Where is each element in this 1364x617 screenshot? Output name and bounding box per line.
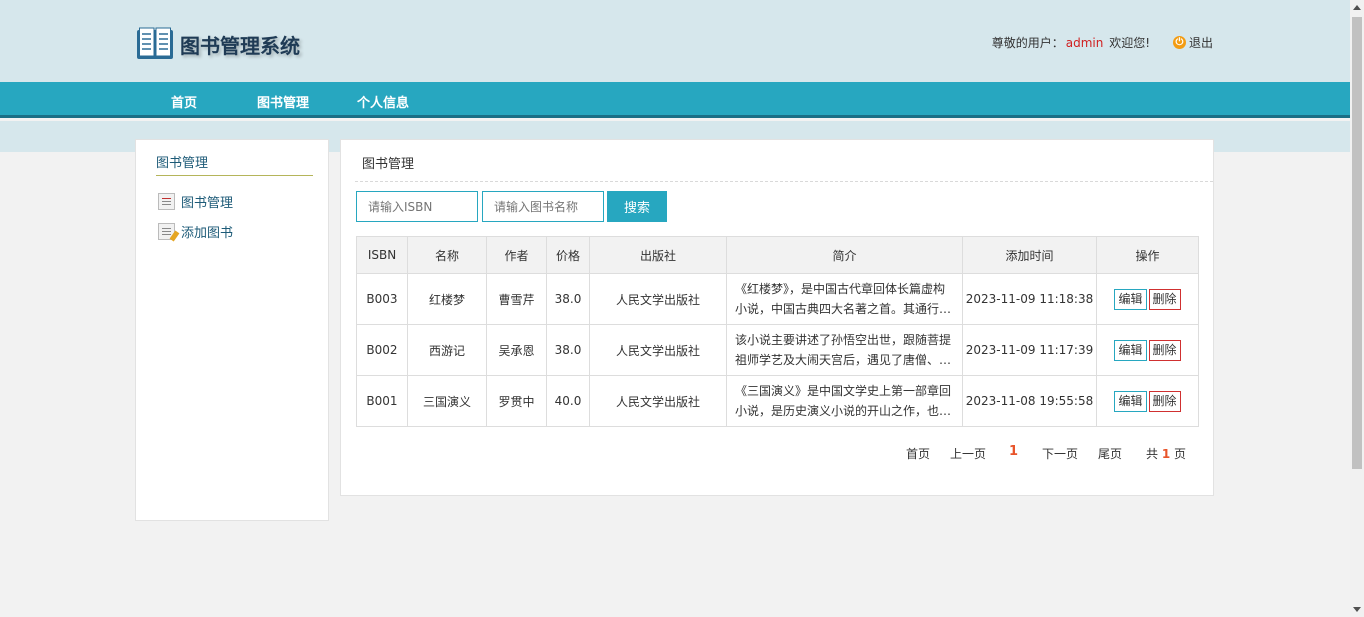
col-description: 简介 <box>726 236 963 274</box>
edit-button[interactable]: 编辑 <box>1114 288 1147 310</box>
cell-author: 曹雪芹 <box>486 273 547 325</box>
cell-description: 该小说主要讲述了孙悟空出世，跟随菩提祖师学艺及大闹天宫后，遇见了唐僧、猪八戒、沙… <box>726 324 963 376</box>
col-publisher: 出版社 <box>589 236 727 274</box>
edit-button[interactable]: 编辑 <box>1114 339 1147 361</box>
cell-author: 罗贯中 <box>486 375 547 427</box>
cell-isbn: B001 <box>356 375 408 427</box>
main-nav: 首页 图书管理 个人信息 <box>0 82 1350 118</box>
page-scrollbar[interactable] <box>1350 0 1364 617</box>
book-list-icon <box>158 193 175 210</box>
col-author: 作者 <box>486 236 547 274</box>
isbn-search-input[interactable] <box>356 191 478 222</box>
cell-price: 38.0 <box>546 273 590 325</box>
sidebar-item-label: 添加图书 <box>181 226 234 241</box>
cell-name: 三国演义 <box>407 375 487 427</box>
page-last[interactable]: 尾页 <box>1098 445 1122 462</box>
page-current[interactable]: 1 <box>1009 444 1018 459</box>
scroll-thumb[interactable] <box>1352 17 1362 469</box>
cell-description: 《三国演义》是中国文学史上第一部章回小说，是历史演义小说的开山之作，也是第一部文… <box>726 375 963 427</box>
add-book-icon <box>158 223 175 240</box>
nav-home[interactable]: 首页 <box>171 92 197 111</box>
nav-profile[interactable]: 个人信息 <box>357 92 409 111</box>
col-added-time: 添加时间 <box>962 236 1097 274</box>
page-title: 图书管理 <box>362 157 415 172</box>
scroll-up-icon[interactable] <box>1353 5 1361 10</box>
greeting-prefix: 尊敬的用户： <box>991 36 1064 50</box>
delete-button[interactable]: 删除 <box>1148 390 1181 412</box>
page-first[interactable]: 首页 <box>906 445 930 462</box>
cell-price: 40.0 <box>546 375 590 427</box>
page-prev[interactable]: 上一页 <box>950 445 986 462</box>
page-total-count: 1 <box>1161 447 1171 461</box>
logout-icon: ⏻ <box>1173 36 1186 49</box>
scroll-down-icon[interactable] <box>1353 607 1361 612</box>
delete-button[interactable]: 删除 <box>1148 288 1181 310</box>
book-logo-icon <box>137 27 173 59</box>
top-header: 图书管理系统 尊敬的用户： admin 欢迎您! ⏻ 退出 <box>0 0 1350 82</box>
username: admin <box>1065 36 1104 50</box>
col-actions: 操作 <box>1096 236 1199 274</box>
cell-price: 38.0 <box>546 324 590 376</box>
logout-link[interactable]: ⏻ 退出 <box>1173 34 1213 51</box>
description-text: 《红楼梦》，是中国古代章回体长篇虚构小说，中国古典四大名著之首。其通行本共120… <box>735 282 952 316</box>
delete-button[interactable]: 删除 <box>1148 339 1181 361</box>
cell-description: 《红楼梦》，是中国古代章回体长篇虚构小说，中国古典四大名著之首。其通行本共120… <box>726 273 963 325</box>
sidebar-item-book-management[interactable]: 图书管理 <box>158 192 233 211</box>
books-table: ISBN 名称 作者 价格 出版社 简介 添加时间 操作 B003 红楼梦 曹雪… <box>356 236 1199 427</box>
table-row: B001 三国演义 罗贯中 40.0 人民文学出版社 《三国演义》是中国文学史上… <box>356 375 1199 427</box>
sidebar-title: 图书管理 <box>156 156 209 171</box>
cell-time: 2023-11-08 19:55:58 <box>962 375 1097 427</box>
cell-isbn: B003 <box>356 273 408 325</box>
description-text: 该小说主要讲述了孙悟空出世，跟随菩提祖师学艺及大闹天宫后，遇见了唐僧、猪八戒、沙… <box>735 333 952 367</box>
cell-name: 西游记 <box>407 324 487 376</box>
cell-publisher: 人民文学出版社 <box>589 273 727 325</box>
user-greeting: 尊敬的用户： admin 欢迎您! <box>992 34 1150 51</box>
cell-publisher: 人民文学出版社 <box>589 375 727 427</box>
table-header-row: ISBN 名称 作者 价格 出版社 简介 添加时间 操作 <box>356 236 1199 274</box>
description-text: 《三国演义》是中国文学史上第一部章回小说，是历史演义小说的开山之作，也是第一部文… <box>735 384 952 418</box>
sidebar-item-label: 图书管理 <box>181 196 234 211</box>
greeting-suffix: 欢迎您! <box>1109 36 1150 50</box>
cell-actions: 编辑 删除 <box>1096 375 1199 427</box>
sidebar: 图书管理 图书管理 添加图书 <box>135 139 329 521</box>
col-price: 价格 <box>546 236 590 274</box>
page-total-prefix: 共 <box>1146 447 1159 461</box>
page-total-suffix: 页 <box>1174 447 1187 461</box>
name-search-input[interactable] <box>482 191 604 222</box>
cell-author: 吴承恩 <box>486 324 547 376</box>
main-panel: 图书管理 搜索 ISBN 名称 作者 价格 出版社 简介 添加时间 操作 B00… <box>340 139 1214 496</box>
search-button[interactable]: 搜索 <box>607 191 667 222</box>
edit-button[interactable]: 编辑 <box>1114 390 1147 412</box>
page-total: 共 1 页 <box>1146 445 1186 462</box>
cell-isbn: B002 <box>356 324 408 376</box>
app-title: 图书管理系统 <box>180 33 300 58</box>
sidebar-item-add-book[interactable]: 添加图书 <box>158 222 233 241</box>
col-name: 名称 <box>407 236 487 274</box>
cell-time: 2023-11-09 11:17:39 <box>962 324 1097 376</box>
title-divider <box>355 181 1213 182</box>
logout-label: 退出 <box>1189 36 1214 50</box>
table-row: B003 红楼梦 曹雪芹 38.0 人民文学出版社 《红楼梦》，是中国古代章回体… <box>356 273 1199 325</box>
cell-actions: 编辑 删除 <box>1096 273 1199 325</box>
sidebar-divider <box>156 175 313 176</box>
col-isbn: ISBN <box>356 236 408 274</box>
cell-time: 2023-11-09 11:18:38 <box>962 273 1097 325</box>
cell-name: 红楼梦 <box>407 273 487 325</box>
cell-actions: 编辑 删除 <box>1096 324 1199 376</box>
nav-book-management[interactable]: 图书管理 <box>257 92 309 111</box>
cell-publisher: 人民文学出版社 <box>589 324 727 376</box>
app-logo: 图书管理系统 <box>136 26 300 62</box>
page-next[interactable]: 下一页 <box>1042 445 1078 462</box>
table-row: B002 西游记 吴承恩 38.0 人民文学出版社 该小说主要讲述了孙悟空出世，… <box>356 324 1199 376</box>
